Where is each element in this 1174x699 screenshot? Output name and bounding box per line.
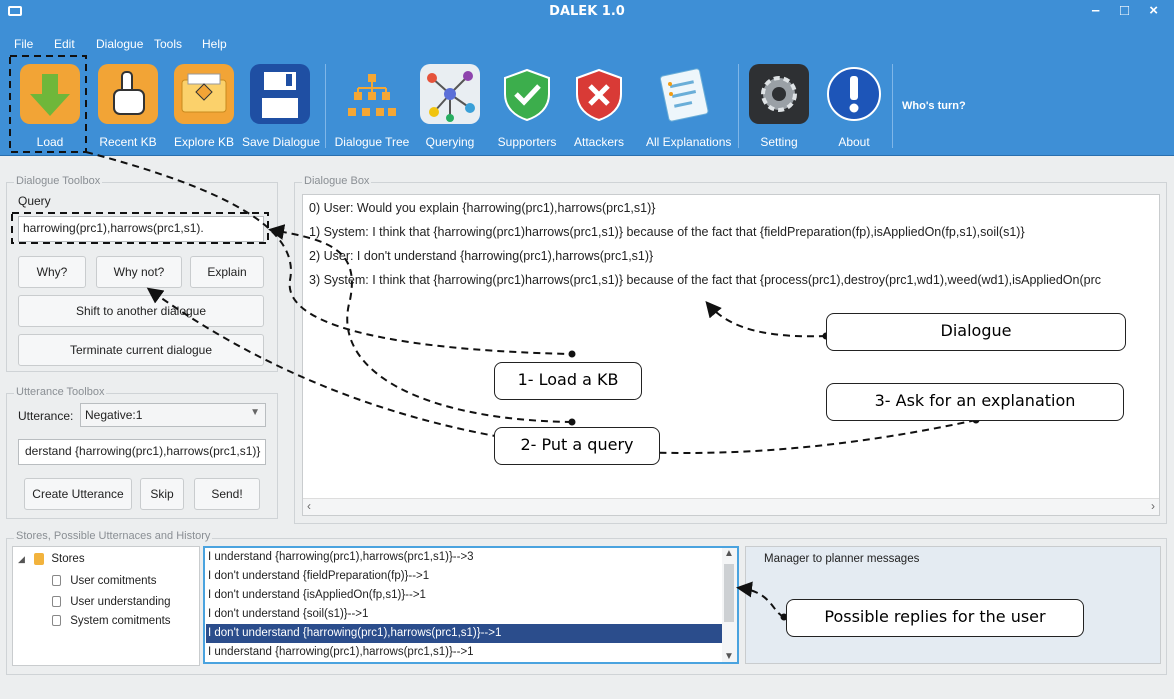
recent-kb-button[interactable]: Recent KB: [90, 60, 166, 154]
chevron-down-icon: ▼: [250, 407, 260, 418]
query-input[interactable]: harrowing(prc1),harrows(prc1,s1).: [18, 216, 264, 242]
send-button[interactable]: Send!: [194, 478, 260, 510]
download-icon: [20, 64, 80, 124]
floppy-disk-icon: [250, 64, 310, 124]
utterance-label: Utterance:: [18, 409, 74, 423]
whos-turn-label: Who's turn?: [902, 100, 966, 112]
utterance-text-field[interactable]: derstand {harrowing(prc1),harrows(prc1,s…: [18, 439, 266, 465]
horizontal-scrollbar[interactable]: ‹ ›: [303, 498, 1159, 515]
supporters-button[interactable]: Supporters: [489, 60, 565, 154]
scroll-up-icon[interactable]: ▲: [724, 548, 734, 559]
tree-root-label: Stores: [51, 553, 85, 566]
dialogue-line: 3) System: I think that {harrowing(prc1)…: [309, 273, 1102, 287]
callout-put-query: 2- Put a query: [494, 427, 660, 465]
toolbar-separator: [738, 64, 739, 148]
querying-button[interactable]: Querying: [412, 60, 488, 154]
callout-dialogue: Dialogue: [826, 313, 1126, 351]
menu-tools[interactable]: Tools: [154, 37, 182, 51]
menu-dialogue[interactable]: Dialogue: [96, 37, 143, 51]
menu-bar: File Edit Dialogue Tools Help: [0, 34, 1174, 56]
setting-button[interactable]: Setting: [741, 60, 817, 154]
tree-item-user-understanding[interactable]: User understanding: [52, 596, 171, 608]
utterance-item[interactable]: I don't understand {isAppliedOn(fp,s1)}-…: [206, 586, 724, 605]
shield-x-icon: [569, 64, 629, 124]
network-icon: [420, 64, 480, 124]
scroll-right-icon[interactable]: ›: [1151, 499, 1155, 513]
scroll-left-icon[interactable]: ‹: [307, 499, 311, 513]
dialogue-line: 2) User: I don't understand {harrowing(p…: [309, 249, 654, 263]
tree-icon: [342, 64, 402, 124]
vertical-scrollbar[interactable]: ▲ ▼: [722, 548, 737, 662]
dialogue-line: 1) System: I think that {harrowing(prc1)…: [309, 225, 1025, 239]
scrollbar-thumb[interactable]: [724, 564, 734, 622]
menu-file[interactable]: File: [14, 37, 33, 51]
utterance-item[interactable]: I understand {harrowing(prc1),harrows(pr…: [206, 548, 724, 567]
create-utterance-button[interactable]: Create Utterance: [24, 478, 132, 510]
dialogue-line: 0) User: Would you explain {harrowing(pr…: [309, 201, 656, 215]
callout-possible-replies: Possible replies for the user: [786, 599, 1084, 637]
dialogue-toolbox-legend: Dialogue Toolbox: [14, 175, 103, 187]
file-icon: [52, 615, 61, 627]
expand-icon[interactable]: ◢: [18, 554, 25, 564]
utterance-item-selected[interactable]: I don't understand {harrowing(prc1),harr…: [206, 624, 724, 643]
load-button[interactable]: Load: [12, 60, 88, 154]
shift-dialogue-button[interactable]: Shift to another dialogue: [18, 295, 264, 327]
history-label: Manager to planner messages: [764, 553, 920, 565]
tree-item-system-comitments[interactable]: System comitments: [52, 615, 171, 627]
attackers-button[interactable]: Attackers: [561, 60, 637, 154]
toolbar-separator: [325, 64, 326, 148]
skip-button[interactable]: Skip: [140, 478, 184, 510]
window-title: DALEK 1.0: [549, 4, 625, 19]
why-not-button[interactable]: Why not?: [96, 256, 182, 288]
checklist-icon: [654, 64, 714, 124]
file-icon: [52, 575, 61, 587]
folder-icon: [174, 64, 234, 124]
utterance-select-value: Negative:1: [85, 408, 143, 422]
utterance-item[interactable]: I don't understand {soil(s1)}-->1: [206, 605, 724, 624]
window-icon: [8, 6, 22, 16]
folder-icon: [34, 553, 45, 565]
menu-help[interactable]: Help: [202, 37, 227, 51]
utterance-toolbox-legend: Utterance Toolbox: [14, 386, 107, 398]
file-icon: [52, 596, 61, 608]
utterance-select[interactable]: Negative:1 ▼: [80, 403, 266, 427]
dialogue-box-legend: Dialogue Box: [302, 175, 372, 187]
tree-root[interactable]: ◢ Stores: [18, 553, 85, 565]
window-controls[interactable]: – □ ×: [1092, 2, 1167, 19]
terminate-dialogue-button[interactable]: Terminate current dialogue: [18, 334, 264, 366]
dialogue-text-area[interactable]: [302, 194, 1160, 516]
menu-edit[interactable]: Edit: [54, 37, 75, 51]
all-explanations-button[interactable]: All Explanations: [646, 60, 731, 154]
title-bar: DALEK 1.0 – □ ×: [0, 0, 1174, 34]
toolbar-separator: [892, 64, 893, 148]
explore-kb-button[interactable]: Explore KB: [166, 60, 242, 154]
gear-icon: [749, 64, 809, 124]
dialogue-tree-button[interactable]: Dialogue Tree: [334, 60, 410, 154]
explain-button[interactable]: Explain: [190, 256, 264, 288]
save-dialogue-button[interactable]: Save Dialogue: [242, 60, 320, 154]
tree-item-user-comitments[interactable]: User comitments: [52, 575, 156, 587]
utterance-item[interactable]: I don't understand {fieldPreparation(fp)…: [206, 567, 724, 586]
info-icon: [824, 64, 884, 124]
query-label: Query: [18, 194, 51, 208]
scroll-down-icon[interactable]: ▼: [724, 651, 734, 662]
utterance-item[interactable]: I understand {harrowing(prc1),harrows(pr…: [206, 643, 724, 662]
toolbar: Load Recent KB Explore KB Save Dialogue …: [0, 56, 1174, 156]
callout-ask-explanation: 3- Ask for an explanation: [826, 383, 1124, 421]
shield-check-icon: [497, 64, 557, 124]
about-button[interactable]: About: [816, 60, 892, 154]
why-button[interactable]: Why?: [18, 256, 86, 288]
hand-pointer-icon: [98, 64, 158, 124]
stores-panel-legend: Stores, Possible Utternaces and History: [14, 530, 213, 542]
callout-load-kb: 1- Load a KB: [494, 362, 642, 400]
